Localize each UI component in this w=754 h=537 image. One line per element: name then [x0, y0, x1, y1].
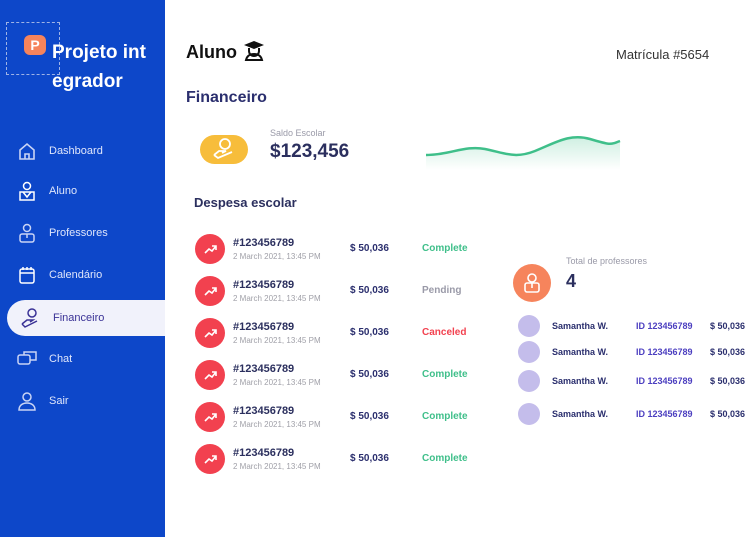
teacher-amount: $ 50,036	[710, 376, 746, 386]
sidebar-item-label: Chat	[49, 353, 73, 365]
trend-up-icon	[195, 360, 225, 390]
finance-icon	[21, 308, 38, 328]
expense-status: Complete	[422, 411, 468, 422]
section-heading-financeiro: Financeiro	[186, 89, 267, 106]
balance-sparkline	[425, 135, 621, 170]
sidebar-item-aluno[interactable]: Aluno	[0, 173, 165, 209]
sidebar-item-dashboard[interactable]: Dashboard	[0, 133, 165, 169]
trend-up-icon	[195, 276, 225, 306]
expense-id: #123456789	[233, 237, 295, 249]
page-title: Aluno	[186, 38, 266, 63]
student-icon	[19, 181, 35, 201]
teacher-id: ID 123456789	[636, 347, 693, 357]
expense-amount: $ 50,036	[350, 327, 389, 338]
expense-amount: $ 50,036	[350, 285, 389, 296]
teacher-icon	[524, 273, 540, 293]
expense-amount: $ 50,036	[350, 243, 389, 254]
home-icon	[19, 142, 35, 160]
sidebar: P Projeto integrador Dashboard Aluno Profe…	[0, 0, 165, 537]
expense-status: Canceled	[422, 327, 467, 338]
expense-status: Pending	[422, 285, 462, 296]
teacher-id: ID 123456789	[636, 409, 693, 419]
user-icon	[18, 392, 36, 411]
sidebar-item-financeiro[interactable]: Financeiro	[7, 300, 165, 336]
avatar	[518, 341, 540, 363]
sidebar-item-calendário[interactable]: Calendário	[0, 257, 165, 293]
teacher-name: Samantha W.	[552, 409, 609, 419]
expense-amount: $ 50,036	[350, 369, 389, 380]
expense-status: Complete	[422, 453, 468, 464]
matricula-number: Matrícula #5654	[616, 47, 710, 62]
sidebar-item-label: Sair	[49, 395, 69, 407]
chat-icon	[17, 351, 37, 365]
teacher-name: Samantha W.	[552, 321, 609, 331]
balance-label: Saldo Escolar	[270, 128, 326, 138]
expense-status: Complete	[422, 369, 468, 380]
sidebar-item-professores[interactable]: Professores	[0, 215, 165, 251]
avatar	[518, 370, 540, 392]
teachers-total-count: 4	[566, 271, 577, 291]
sidebar-item-label: Financeiro	[53, 312, 105, 324]
sidebar-item-label: Calendário	[49, 269, 103, 281]
expense-date: 2 March 2021, 13:45 PM	[233, 294, 321, 303]
teacher-amount: $ 50,036	[710, 321, 746, 331]
trend-up-icon	[195, 444, 225, 474]
teacher-name: Samantha W.	[552, 347, 609, 357]
sidebar-item-label: Aluno	[49, 185, 78, 197]
sidebar-item-label: Dashboard	[49, 145, 103, 157]
trend-up-icon	[195, 234, 225, 264]
teacher-amount: $ 50,036	[710, 347, 746, 357]
logo-icon: P	[24, 35, 46, 55]
expense-id: #123456789	[233, 405, 295, 417]
expense-id: #123456789	[233, 447, 295, 459]
graduation-cap-icon	[244, 41, 265, 61]
expense-amount: $ 50,036	[350, 453, 389, 464]
expense-status: Complete	[422, 243, 468, 254]
page-title-text: Aluno	[186, 42, 237, 62]
balance-value: $123,456	[270, 141, 350, 162]
avatar	[518, 403, 540, 425]
expense-id: #123456789	[233, 321, 295, 333]
sidebar-item-label: Professores	[49, 227, 108, 239]
teacher-id: ID 123456789	[636, 321, 693, 331]
avatar	[518, 315, 540, 337]
expense-id: #123456789	[233, 363, 295, 375]
brand-name: Projeto integrador	[52, 42, 146, 92]
expense-date: 2 March 2021, 13:45 PM	[233, 336, 321, 345]
expense-id: #123456789	[233, 279, 295, 291]
teacher-id: ID 123456789	[636, 376, 693, 386]
sidebar-item-sair[interactable]: Sair	[0, 383, 165, 419]
teacher-icon	[19, 223, 35, 243]
calendar-icon	[19, 267, 35, 284]
teacher-amount: $ 50,036	[710, 409, 746, 419]
trend-up-icon	[195, 402, 225, 432]
expense-date: 2 March 2021, 13:45 PM	[233, 420, 321, 429]
expense-date: 2 March 2021, 13:45 PM	[233, 462, 321, 471]
expense-date: 2 March 2021, 13:45 PM	[233, 378, 321, 387]
balance-icon-badge	[200, 135, 248, 164]
expenses-heading: Despesa escolar	[194, 195, 297, 210]
trend-up-icon	[195, 318, 225, 348]
hand-coin-icon	[213, 138, 233, 160]
teachers-icon-badge	[513, 264, 551, 302]
expense-amount: $ 50,036	[350, 411, 389, 422]
teachers-total-label: Total de professores	[566, 256, 648, 266]
expense-date: 2 March 2021, 13:45 PM	[233, 252, 321, 261]
teacher-name: Samantha W.	[552, 376, 609, 386]
sidebar-item-chat[interactable]: Chat	[0, 341, 165, 377]
